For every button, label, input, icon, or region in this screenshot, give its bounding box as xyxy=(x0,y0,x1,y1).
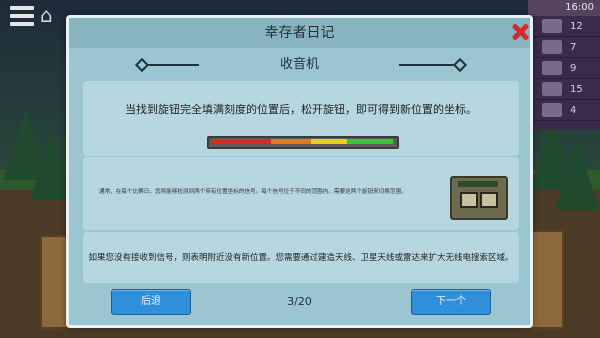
menu-icon[interactable] xyxy=(10,6,34,26)
radio-icon xyxy=(450,176,508,220)
divider xyxy=(399,64,459,66)
instruction-card: 如果您没有接收到信号，则表明附近没有新位置。您需要通过建造天线、卫星天线或雷达来… xyxy=(83,232,519,283)
resource-icon xyxy=(542,61,562,75)
instruction-text: 通常，在每个比赛日，您将能够检测到两个带有位置坐标的信号。每个信号位于不同的范围… xyxy=(99,189,407,195)
resource-row: 9 xyxy=(528,58,600,79)
resource-row: 15 xyxy=(528,79,600,100)
knob-icon xyxy=(460,192,478,208)
instruction-text: 如果您没有接收到信号，则表明附近没有新位置。您需要通过建造天线、卫星天线或雷达来… xyxy=(88,253,514,263)
knob-icon xyxy=(480,192,498,208)
resource-icon xyxy=(542,40,562,54)
next-button[interactable]: 下一个 xyxy=(411,289,491,315)
instruction-card: 当找到旋钮完全填满刻度的位置后，松开旋钮，即可得到新位置的坐标。 xyxy=(83,81,519,156)
resource-row: 7 xyxy=(528,37,600,58)
resource-panel: 16:00 12 7 9 15 4 xyxy=(528,0,600,130)
dialog-title: 幸存者日记 xyxy=(69,18,530,48)
diary-dialog: 幸存者日记 收音机 当找到旋钮完全填满刻度的位置后，松开旋钮，即可得到新位置的坐… xyxy=(66,15,533,328)
home-icon[interactable]: ⌂ xyxy=(40,4,66,26)
clock-time: 16:00 xyxy=(528,0,600,16)
resource-row: 12 xyxy=(528,16,600,37)
tuning-meter xyxy=(207,136,399,149)
resource-icon xyxy=(542,82,562,96)
instruction-card: 通常，在每个比赛日，您将能够检测到两个带有位置坐标的信号。每个信号位于不同的范围… xyxy=(83,157,519,230)
instruction-text: 当找到旋钮完全填满刻度的位置后，松开旋钮，即可得到新位置的坐标。 xyxy=(125,103,477,116)
close-icon[interactable] xyxy=(510,22,530,42)
resource-icon xyxy=(542,103,562,117)
resource-row: 4 xyxy=(528,100,600,121)
resource-icon xyxy=(542,19,562,33)
tree xyxy=(555,140,599,210)
